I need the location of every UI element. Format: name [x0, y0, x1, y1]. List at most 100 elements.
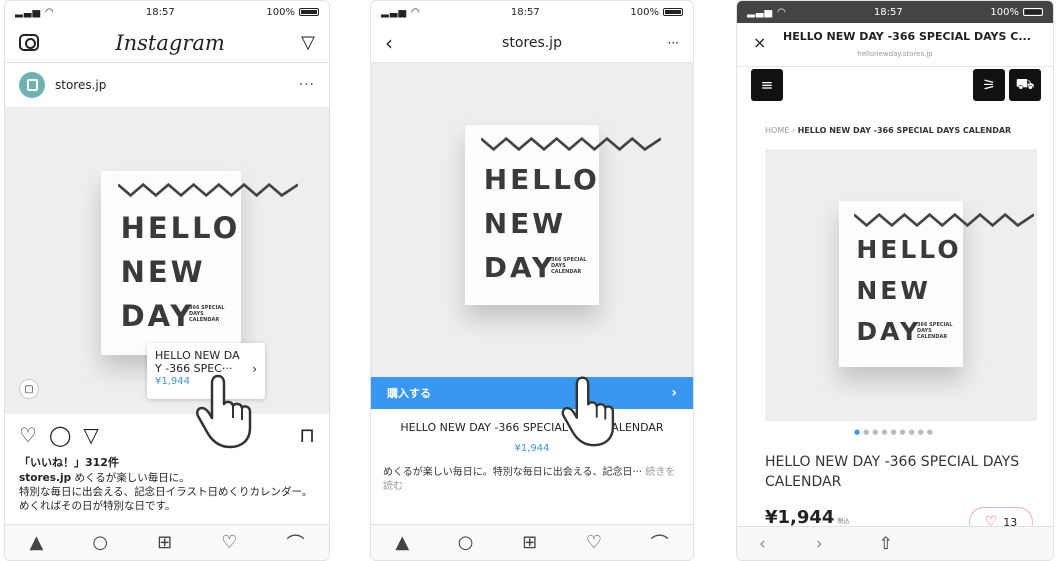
activity-icon[interactable]: ♡: [586, 532, 602, 553]
tag-title-line2: Y -366 SPEC···: [155, 362, 233, 375]
caption-line3: めくればその日が特別な日です。: [19, 500, 176, 512]
product-price: ¥1,944: [514, 443, 550, 454]
calendar-subtitle: 366 SPECIAL DAYS CALENDAR: [189, 305, 225, 323]
calendar-word-new: NEW: [856, 276, 931, 305]
image-carousel-dots[interactable]: ●●●●●●●●●: [737, 428, 1053, 436]
battery-text: 100%: [990, 6, 1019, 18]
calendar-word-hello: HELLO: [856, 235, 962, 264]
zigzag-decoration: [117, 182, 298, 198]
signal-icon: ▂▃▅ ◠: [381, 6, 421, 18]
carousel-dot[interactable]: ●: [854, 428, 863, 436]
product-header: ‹ stores.jp ···: [371, 23, 693, 63]
breadcrumb: HOME › HELLO NEW DAY -366 SPECIAL DAYS C…: [765, 126, 1045, 135]
status-bar: ▂▃▅ ◠ 18:57 100%: [371, 1, 693, 23]
calendar-word-new: NEW: [120, 255, 206, 289]
camera-icon[interactable]: [19, 34, 39, 51]
browser-back-icon[interactable]: ‹: [759, 534, 766, 554]
bookmark-icon[interactable]: ⊓: [299, 423, 315, 447]
menu-icon[interactable]: ≡: [751, 69, 783, 101]
more-options-icon[interactable]: ···: [668, 36, 679, 50]
caption-text: めくるが楽しい毎日に。: [74, 472, 190, 484]
search-icon[interactable]: ○: [458, 532, 474, 553]
tag-price: ¥1,944: [155, 376, 190, 387]
chevron-right-icon: ›: [252, 362, 257, 376]
caption-username[interactable]: stores.jp: [19, 472, 71, 484]
calendar-subtitle: 366 SPECIAL DAYS CALENDAR: [551, 257, 587, 275]
add-post-icon[interactable]: ⊞: [157, 532, 172, 553]
product-image[interactable]: HELLO NEW DAY 366 SPECIAL DAYS CALENDAR: [765, 149, 1037, 421]
like-count[interactable]: 「いいね！」312件: [19, 454, 119, 470]
share-icon[interactable]: ▽: [83, 423, 98, 447]
add-post-icon[interactable]: ⊞: [522, 532, 537, 553]
back-icon[interactable]: ‹: [385, 31, 393, 55]
status-time: 18:57: [510, 6, 540, 18]
tax-label: 税込: [837, 518, 850, 525]
carousel-dot[interactable]: ●: [927, 428, 936, 436]
share-icon[interactable]: ⇧: [879, 534, 893, 554]
store-webpage-screen: ▂▃▅ ◠ 18:57 100% × HELLO NEW DAY -366 SP…: [736, 0, 1054, 561]
post-header: stores.jp ···: [5, 63, 329, 107]
buy-button[interactable]: 購入する ›: [371, 377, 693, 409]
buy-button-label: 購入する: [387, 387, 431, 400]
product-tag[interactable]: HELLO NEW DA Y -366 SPEC··· ¥1,944 ›: [147, 343, 265, 399]
send-icon[interactable]: ▽: [301, 32, 315, 53]
tab-bar: ▲ ○ ⊞ ♡ ⌒: [371, 524, 693, 560]
calendar-product: HELLO NEW DAY 366 SPECIAL DAYS CALENDAR: [839, 201, 1034, 367]
status-time: 18:57: [873, 6, 903, 18]
post-username[interactable]: stores.jp: [55, 78, 106, 92]
profile-icon[interactable]: ⌒: [286, 530, 304, 556]
caption-line2: 特別な毎日に出会える、記念日イラスト日めくりカレンダー。: [19, 486, 313, 498]
product-title: HELLO NEW DAY -366 SPECIAL DAYS CALENDAR: [765, 454, 1020, 490]
avatar[interactable]: [19, 72, 45, 98]
calendar-word-day: DAY: [856, 317, 922, 346]
calendar-word-day: DAY: [120, 299, 195, 333]
battery-text: 100%: [266, 6, 295, 18]
breadcrumb-current: HELLO NEW DAY -366 SPECIAL DAYS CALENDAR: [797, 126, 1012, 135]
comment-icon[interactable]: ◯: [49, 423, 71, 447]
tag-title-line1: HELLO NEW DA: [155, 349, 240, 362]
carousel-dot[interactable]: ●: [900, 428, 909, 436]
battery-icon: [1022, 8, 1043, 16]
description-text: めくるが楽しい毎日に。特別な毎日に出会える、記念日···: [383, 467, 643, 478]
calendar-subtitle: 366 SPECIAL DAYS CALENDAR: [917, 322, 953, 340]
zigzag-decoration: [481, 136, 662, 152]
battery-icon: [298, 8, 319, 16]
app-title: Instagram: [115, 30, 225, 55]
carousel-dot[interactable]: ●: [872, 428, 881, 436]
page-url: hellonewday.stores.jp: [857, 50, 933, 58]
battery-icon: [662, 8, 683, 16]
browser-header: × HELLO NEW DAY -366 SPECIAL DAYS C... h…: [737, 23, 1053, 67]
breadcrumb-separator: ›: [791, 126, 796, 135]
heart-icon[interactable]: ♡: [19, 423, 37, 447]
profile-icon[interactable]: ⌒: [651, 530, 669, 556]
rss-icon[interactable]: ⚞: [973, 69, 1005, 101]
shopping-tag-icon[interactable]: ▢: [19, 379, 39, 399]
chevron-right-icon: ›: [671, 385, 677, 401]
activity-icon[interactable]: ♡: [221, 532, 237, 553]
more-options-icon[interactable]: ···: [299, 77, 315, 93]
browser-toolbar: ‹ › ⇧: [737, 526, 1053, 560]
cart-icon[interactable]: ⛟: [1009, 69, 1041, 101]
carousel-dot[interactable]: ●: [890, 428, 899, 436]
post-actions: ♡ ◯ ▽ ⊓: [5, 421, 329, 449]
carousel-dot[interactable]: ●: [909, 428, 918, 436]
calendar-product: HELLO NEW DAY 366 SPECIAL DAYS CALENDAR: [101, 171, 298, 355]
battery-text: 100%: [630, 6, 659, 18]
zigzag-decoration: [853, 212, 1034, 228]
carousel-dot[interactable]: ●: [918, 428, 927, 436]
search-icon[interactable]: ○: [92, 532, 108, 553]
signal-icon: ▂▃▅ ◠: [15, 6, 55, 18]
calendar-word-hello: HELLO: [483, 163, 600, 196]
calendar-word-hello: HELLO: [120, 211, 241, 245]
home-icon[interactable]: ▲: [30, 532, 44, 553]
signal-icon: ▂▃▅ ◠: [747, 6, 787, 18]
breadcrumb-home[interactable]: HOME: [765, 126, 789, 135]
shopping-bag-icon: [26, 79, 38, 91]
instagram-header: Instagram ▽: [5, 23, 329, 63]
status-bar: ▂▃▅ ◠ 18:57 100%: [737, 1, 1053, 23]
browser-forward-icon[interactable]: ›: [816, 534, 823, 554]
product-title: HELLO NEW DAY -366 SPECIAL DAYS CALENDAR: [400, 421, 664, 434]
product-image[interactable]: HELLO NEW DAY 366 SPECIAL DAYS CALENDAR: [371, 63, 693, 377]
carousel-dot[interactable]: ●: [863, 428, 872, 436]
home-icon[interactable]: ▲: [395, 532, 409, 553]
